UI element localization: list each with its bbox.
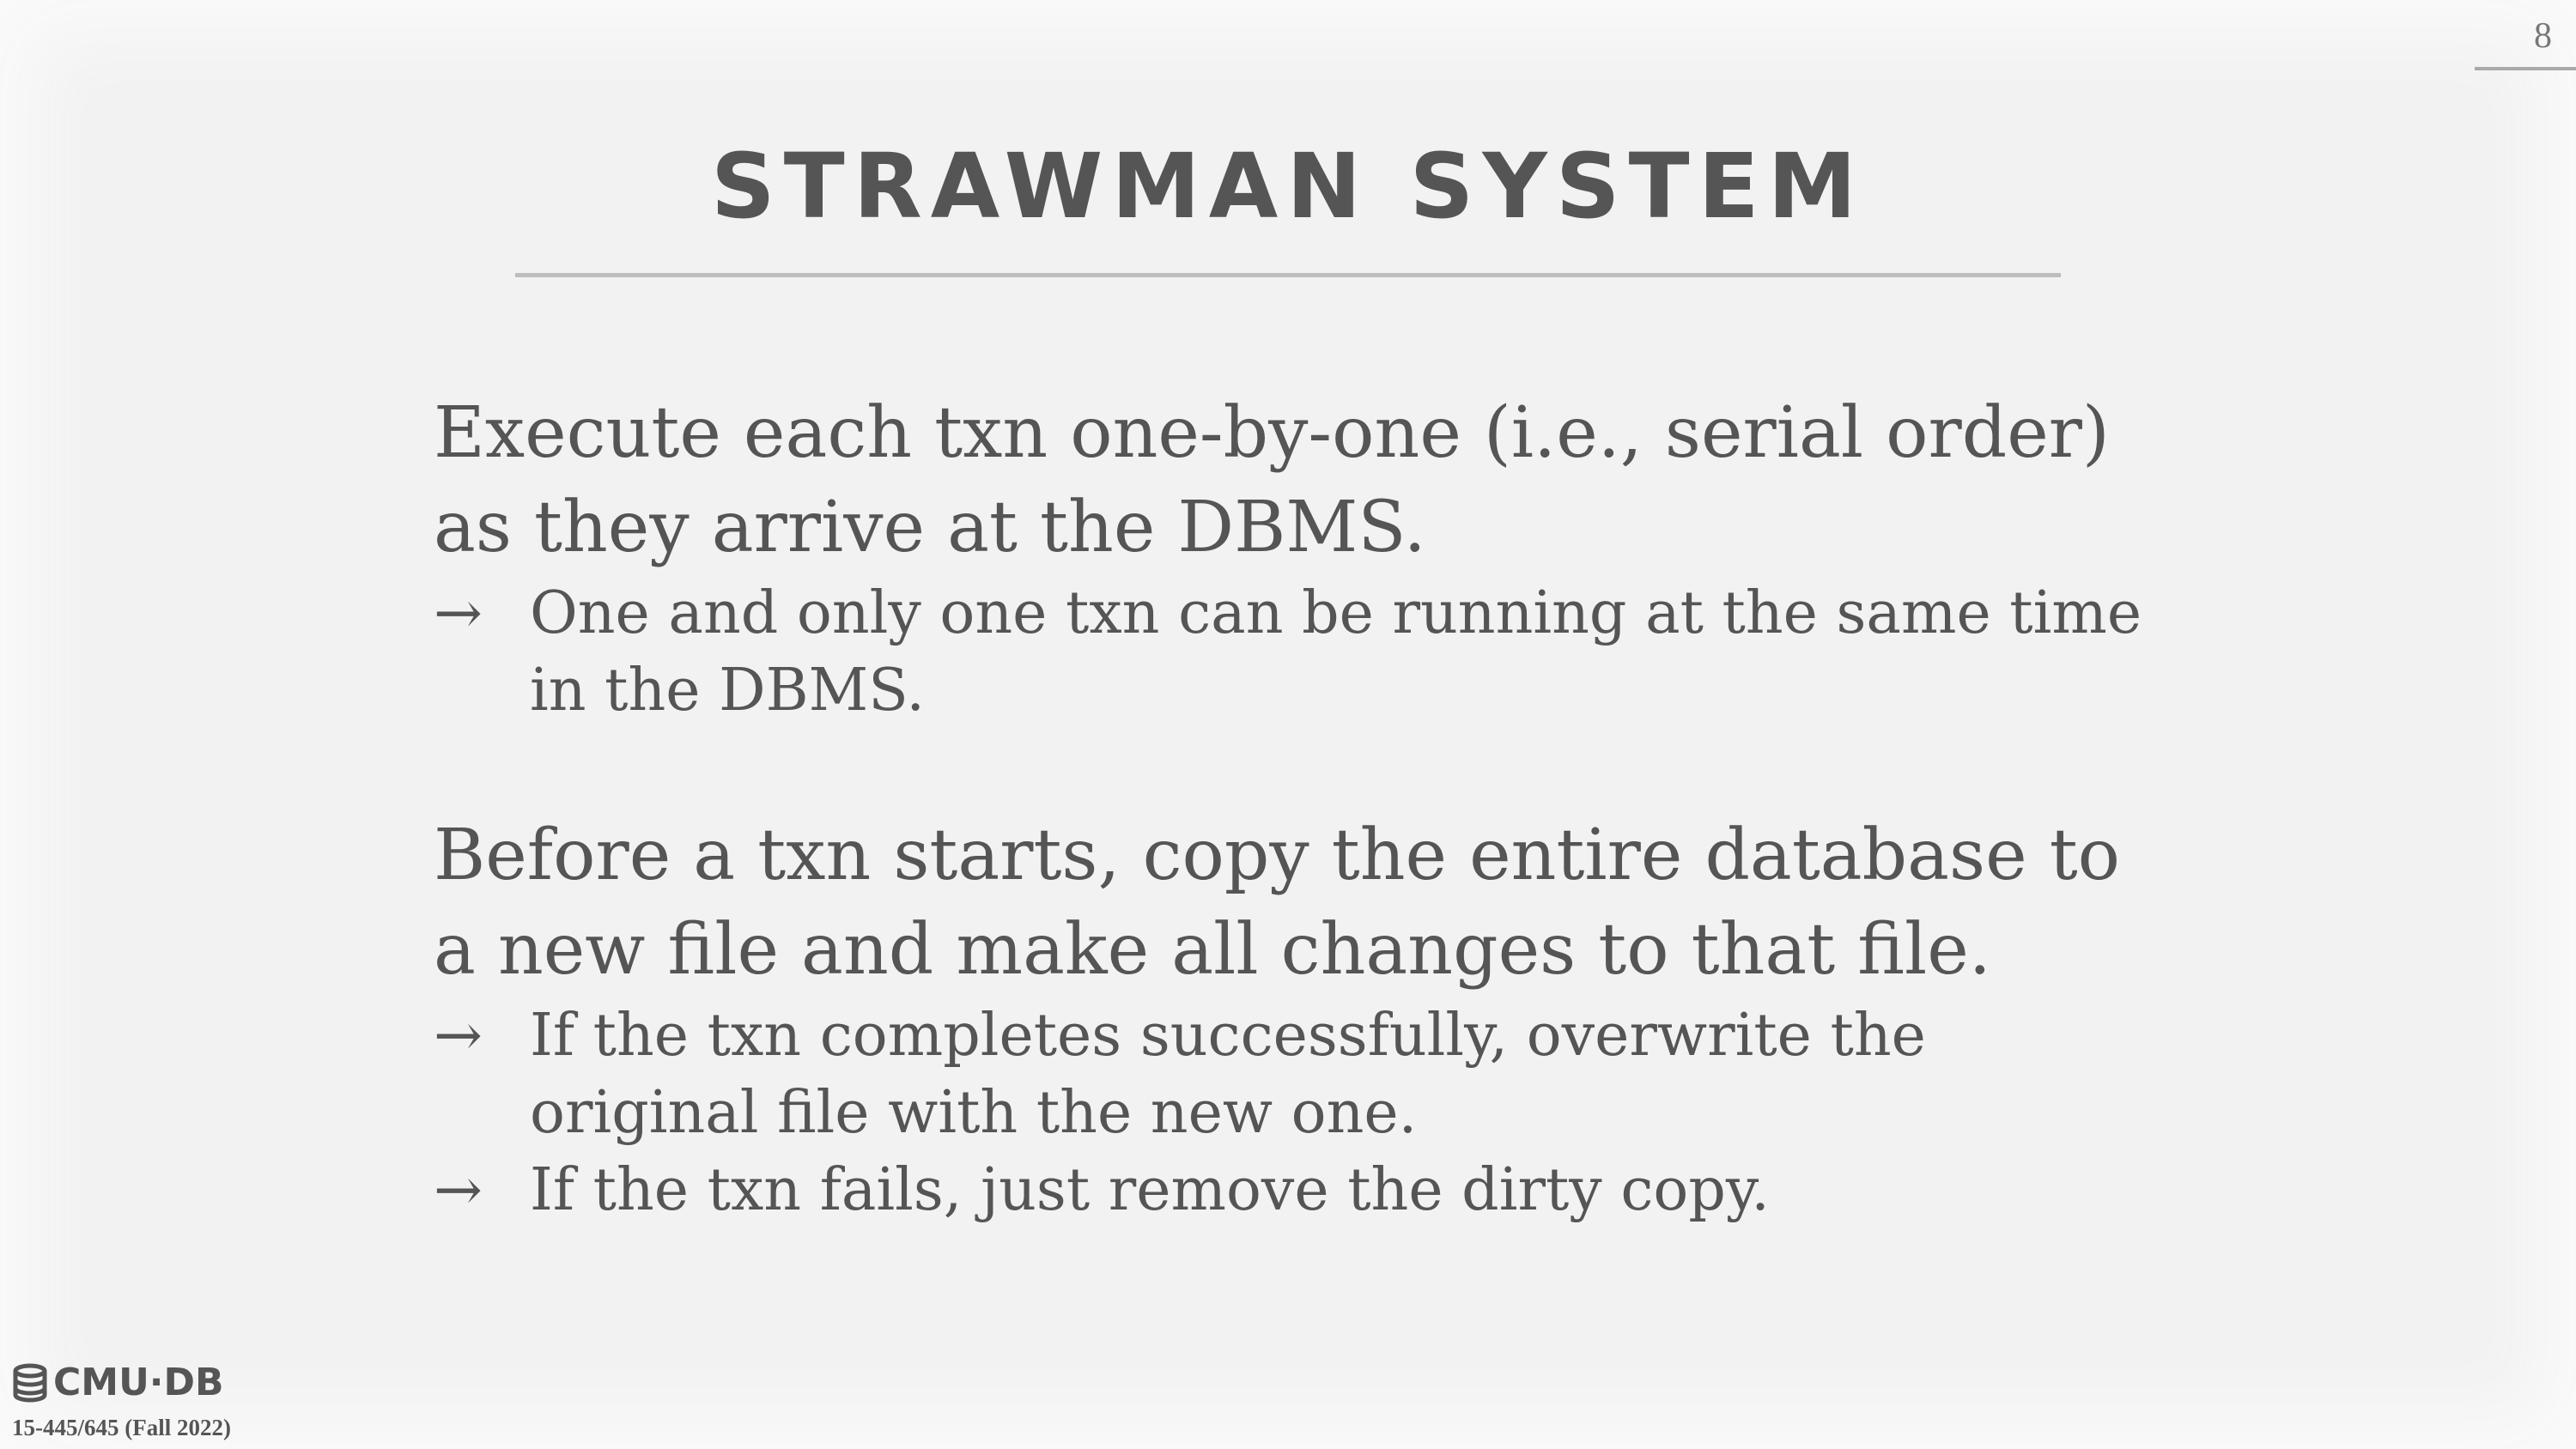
sub-bullet-text: If the txn fails, just remove the dirty … xyxy=(530,1156,1770,1224)
database-icon xyxy=(13,1363,47,1403)
sub-bullet-2-2: → If the txn fails, just remove the dirt… xyxy=(434,1152,2151,1229)
arrow-icon: → xyxy=(434,1156,483,1224)
sub-bullet-text: One and only one txn can be running at t… xyxy=(530,579,2142,724)
logo-text: CMU·DB xyxy=(53,1361,224,1404)
page-number: 8 xyxy=(2534,16,2552,56)
slide-content: Execute each txn one-by-one (i.e., seria… xyxy=(434,386,2151,1229)
sub-bullet-2-1: → If the txn completes successfully, ove… xyxy=(434,997,2151,1152)
slide-title: STRAWMAN SYSTEM xyxy=(710,134,1866,239)
arrow-icon: → xyxy=(434,1002,483,1070)
main-point-1: Execute each txn one-by-one (i.e., seria… xyxy=(434,392,2110,568)
sub-bullet-text: If the txn completes successfully, overw… xyxy=(530,1002,1926,1147)
title-divider xyxy=(515,273,2061,277)
slide: 8 STRAWMAN SYSTEM Execute each txn one-b… xyxy=(0,0,2576,1449)
sub-bullet-1-1: → One and only one txn can be running at… xyxy=(434,575,2151,730)
main-point-2: Before a txn starts, copy the entire dat… xyxy=(434,815,2121,991)
arrow-icon: → xyxy=(434,579,483,647)
cmu-db-logo: CMU·DB xyxy=(12,1363,224,1403)
page-number-rule xyxy=(2475,67,2576,70)
course-label: 15-445/645 (Fall 2022) xyxy=(12,1415,231,1440)
